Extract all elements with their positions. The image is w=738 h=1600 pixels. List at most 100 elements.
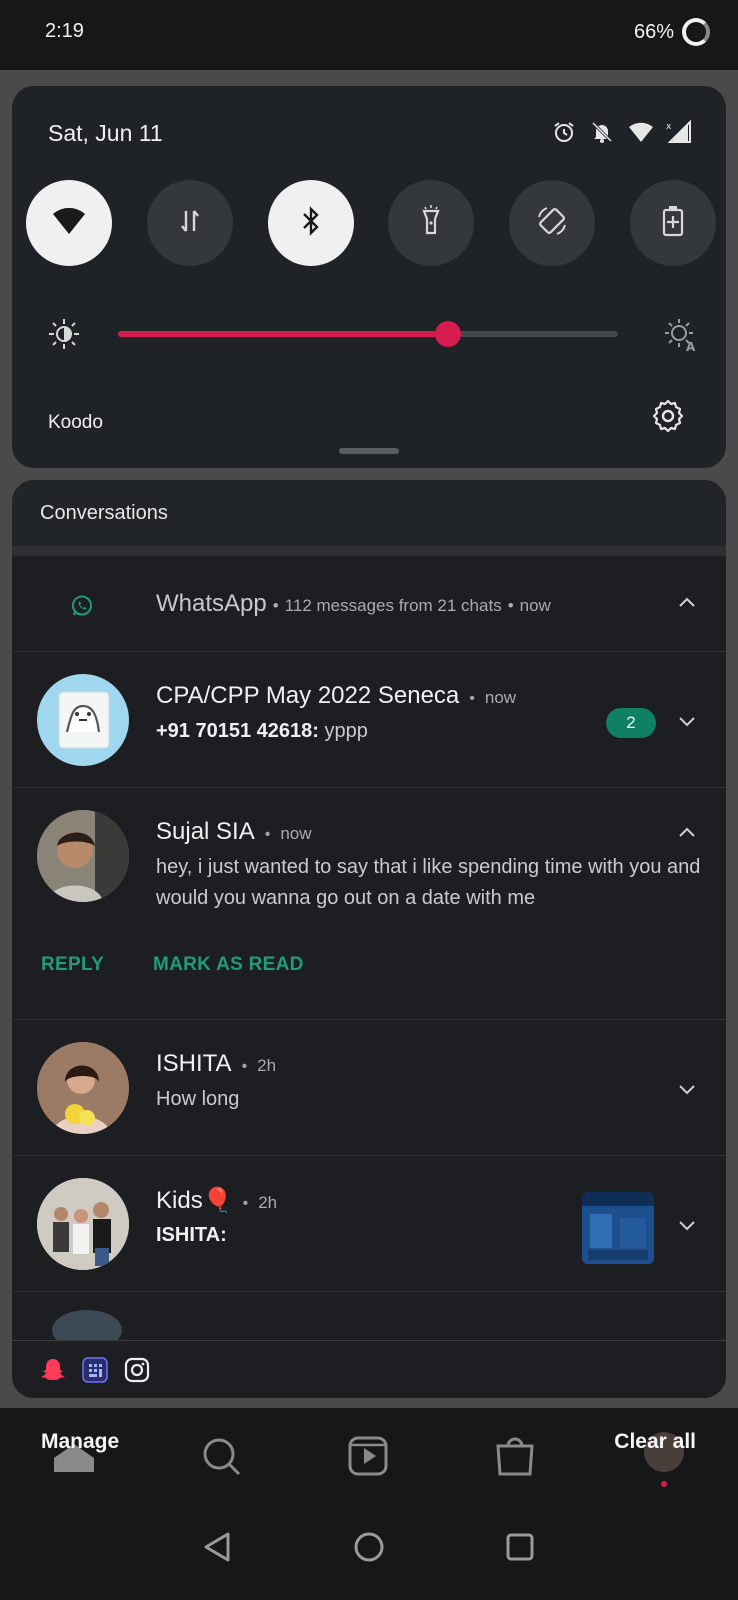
chat-name: CPA/CPP May 2022 Seneca [156,682,460,709]
wifi-icon [628,120,653,144]
tile-battery-saver[interactable] [629,180,716,266]
chat-name: Sujal SIA [156,818,255,845]
bell-off-icon [590,120,614,144]
notification-row[interactable]: Sujal SIA • now hey, i just wanted to sa… [12,788,726,1020]
notification-title: CPA/CPP May 2022 Seneca • now [156,682,516,710]
message-text: hey, i just wanted to say that i like sp… [156,856,701,909]
chat-name: Kids🎈 [156,1187,233,1214]
qs-drag-handle[interactable] [339,448,399,454]
bullet: • [507,596,514,615]
message-preview: +91 70151 42618: yppp [156,716,368,747]
tile-flashlight[interactable] [388,180,475,266]
clock: 2:19 [45,20,84,42]
unread-count-badge: 2 [606,708,656,738]
tile-auto-rotate[interactable] [509,180,596,266]
system-nav-bar [204,1532,534,1562]
reply-button[interactable]: REPLY [41,954,104,976]
avatar [37,1042,129,1134]
timestamp: now [280,824,312,843]
mark-as-read-button[interactable]: MARK AS READ [153,954,304,976]
bullet: • [469,690,475,707]
battery-percent: 66% [633,20,674,43]
timestamp: now [519,596,551,615]
snapchat-icon [40,1357,66,1383]
data-arrows-icon [176,207,204,240]
chevron-up-icon[interactable] [676,822,698,844]
wifi-icon [52,206,86,241]
tile-wifi[interactable] [26,180,112,266]
alarm-icon [552,120,576,144]
bottom-area: Manage Clear all [0,1408,738,1600]
home-button-icon [354,1532,384,1562]
quick-settings-panel: Sat, Jun 11 x A Koodo [12,86,726,468]
brightness-thumb[interactable] [435,321,461,347]
notification-panel: Conversations WhatsApp • 112 messages fr… [12,480,726,1398]
avatar [37,810,129,902]
bullet: • [264,826,271,843]
brightness-slider[interactable] [118,321,618,347]
status-bar: 2:19 66% [0,0,738,70]
avatar [37,1178,129,1270]
summary-text: 112 messages from 21 chats [284,596,502,615]
notification-row[interactable]: Kids🎈 • 2h ISHITA: [12,1156,726,1292]
battery-indicator: 66% [634,18,710,46]
manage-button[interactable]: Manage [41,1430,119,1454]
qs-status-icons: x [552,119,691,144]
bullet: • [272,596,279,615]
brightness-low-icon [48,318,80,350]
notification-title: Sujal SIA • now [156,818,312,846]
flashlight-icon [419,204,443,242]
qs-tiles [26,180,716,266]
notification-row-partial [12,1292,726,1350]
notification-title: Kids🎈 • 2h [156,1186,277,1215]
auto-brightness-icon[interactable]: A [664,318,698,354]
reels-icon [348,1436,388,1476]
chevron-down-icon[interactable] [676,1078,698,1100]
more-apps-strip[interactable] [12,1340,726,1398]
svg-text:A: A [686,340,696,352]
timestamp: now [484,688,517,707]
divider [12,546,726,556]
search-icon [203,1438,241,1476]
battery-ring-icon [682,18,710,46]
cellular-no-data-icon: x [666,119,691,144]
tile-bluetooth[interactable] [267,180,354,266]
whatsapp-group-header[interactable]: WhatsApp • 112 messages from 21 chats • … [12,556,726,652]
settings-gear-icon[interactable] [650,398,686,434]
qs-date[interactable]: Sat, Jun 11 [48,120,163,147]
recents-icon [506,1533,534,1561]
rotate-icon [536,205,568,242]
back-icon [204,1532,230,1562]
brightness-control: A [48,314,698,354]
sender: +91 70151 42618: [156,720,319,742]
timestamp: 2h [258,1193,278,1212]
whatsapp-icon [70,594,94,618]
bluetooth-icon [299,205,323,241]
clear-all-button[interactable]: Clear all [614,1430,696,1454]
chevron-up-icon[interactable] [676,592,698,614]
avatar [37,674,129,766]
shop-icon [496,1437,534,1476]
chevron-down-icon[interactable] [676,1214,698,1236]
battery-saver-icon [662,205,684,242]
notification-row[interactable]: CPA/CPP May 2022 Seneca • now +91 70151 … [12,652,726,788]
notification-title: ISHITA • 2h [156,1050,276,1078]
tile-mobile-data[interactable] [146,180,233,266]
bullet: • [241,1058,248,1075]
notification-row[interactable]: ISHITA • 2h How long [12,1020,726,1156]
svg-text:x: x [666,122,672,132]
sender: ISHITA: [156,1224,227,1246]
chevron-down-icon[interactable] [676,710,698,732]
message-preview: ISHITA: [156,1220,227,1251]
instagram-icon [124,1357,150,1383]
bullet: • [242,1195,249,1212]
carrier-name: Koodo [48,412,103,433]
app-name: WhatsApp [156,590,267,617]
message-text: How long [156,1088,240,1110]
brightness-fill [118,331,448,337]
timestamp: 2h [257,1056,277,1075]
image-thumbnail [582,1192,654,1264]
calculator-icon [82,1356,108,1383]
whatsapp-summary: WhatsApp • 112 messages from 21 chats • … [156,590,551,618]
message-text: yppp [324,720,368,742]
